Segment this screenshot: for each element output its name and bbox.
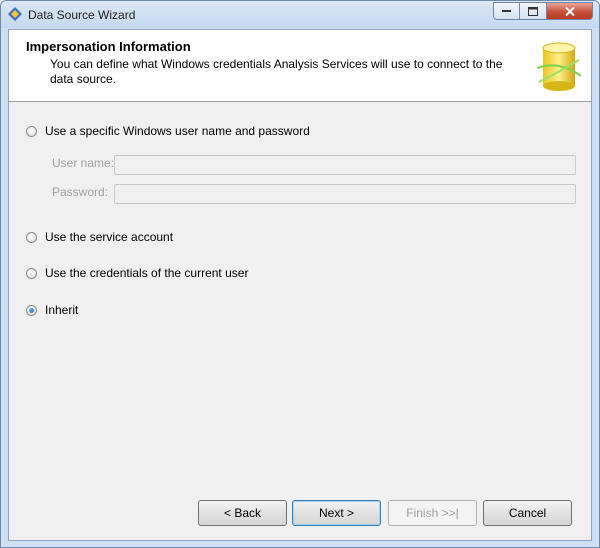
page-description: You can define what Windows credentials … [50, 57, 503, 86]
wizard-window: Data Source Wizard Impersonation Informa… [0, 0, 600, 548]
page-title: Impersonation Information [26, 39, 191, 54]
wizard-app-icon [8, 7, 22, 21]
minimize-icon [502, 10, 511, 12]
next-button[interactable]: Next > [292, 500, 381, 526]
option-service-account-label: Use the service account [45, 230, 174, 244]
minimize-button[interactable] [493, 2, 520, 20]
radio-service-account[interactable] [26, 231, 37, 243]
window-controls [493, 2, 593, 20]
username-input[interactable] [114, 155, 576, 175]
option-current-user[interactable]: Use the credentials of the current user [26, 266, 248, 280]
option-service-account[interactable]: Use the service account [26, 230, 173, 244]
option-inherit[interactable]: Inherit [26, 303, 78, 317]
close-button[interactable] [547, 2, 593, 20]
password-input[interactable] [114, 184, 576, 204]
radio-specific-user[interactable] [26, 125, 37, 137]
title-bar[interactable]: Data Source Wizard [1, 1, 599, 28]
window-title: Data Source Wizard [28, 8, 136, 22]
radio-current-user[interactable] [26, 267, 37, 279]
maximize-icon [528, 6, 538, 16]
close-icon [564, 6, 575, 16]
radio-inherit[interactable] [26, 304, 37, 316]
username-label: User name: [52, 156, 115, 170]
wizard-header: Impersonation Information You can define… [9, 30, 591, 102]
back-button[interactable]: < Back [198, 500, 287, 526]
maximize-button[interactable] [520, 2, 547, 20]
option-inherit-label: Inherit [45, 303, 79, 317]
password-label: Password: [52, 185, 109, 199]
option-specific-user[interactable]: Use a specific Windows user name and pas… [26, 124, 310, 138]
option-specific-user-label: Use a specific Windows user name and pas… [45, 124, 310, 138]
wizard-page: Impersonation Information You can define… [8, 29, 592, 541]
cancel-button[interactable]: Cancel [483, 500, 572, 526]
database-icon [537, 42, 581, 91]
option-current-user-label: Use the credentials of the current user [45, 266, 249, 280]
finish-button[interactable]: Finish >>| [388, 500, 477, 526]
